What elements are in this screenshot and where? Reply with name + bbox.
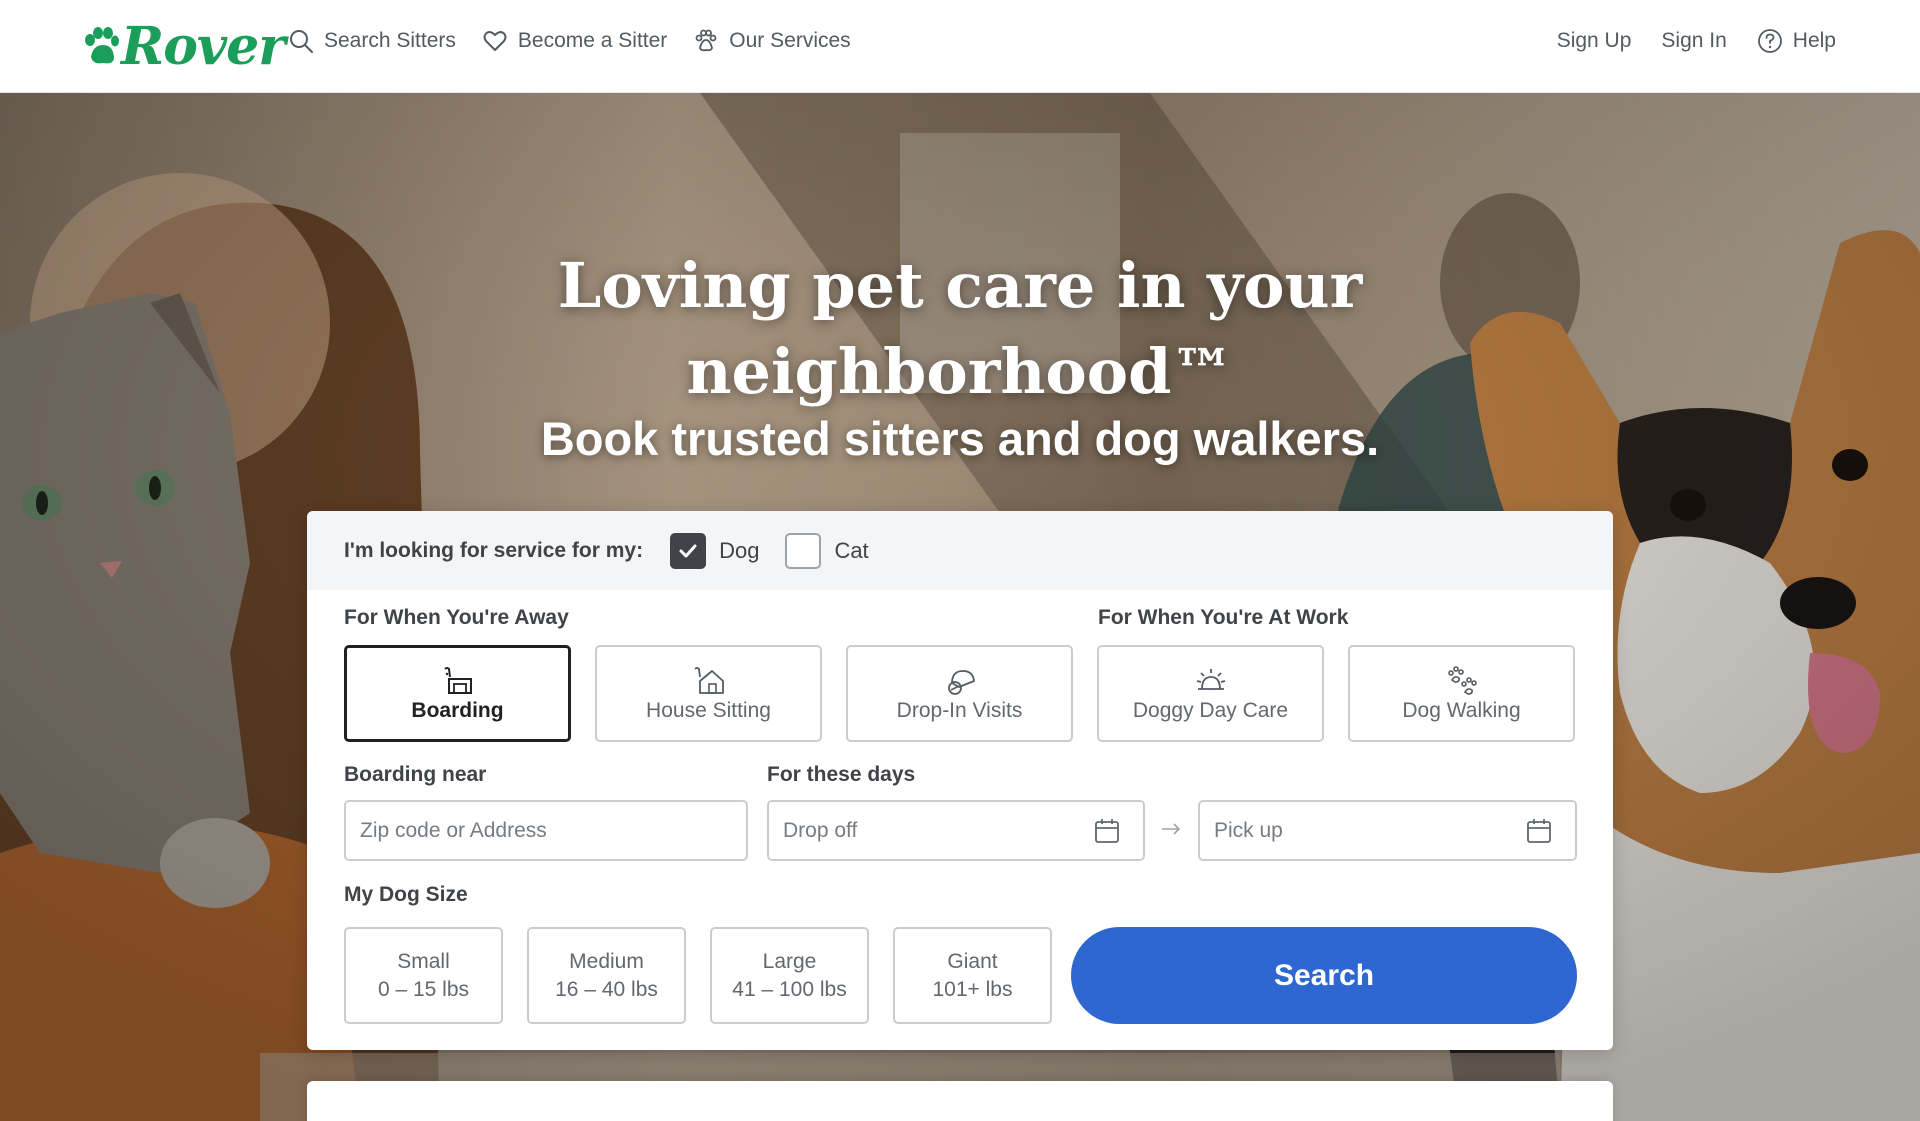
pickup-field[interactable] (1198, 800, 1577, 861)
sign-in-link[interactable]: Sign In (1661, 29, 1726, 53)
hero-title-line2: neighborhood™ (686, 335, 1234, 408)
size-name: Small (397, 949, 450, 973)
arrow-right-icon (1162, 823, 1181, 835)
service-label: Boarding (411, 698, 504, 722)
paw-logo-icon (85, 27, 119, 64)
size-name: Large (762, 949, 817, 973)
size-range: 16 – 40 lbs (555, 977, 658, 1001)
size-range: 0 – 15 lbs (377, 977, 470, 1001)
size-range: 41 – 100 lbs (732, 977, 847, 1001)
service-label: House Sitting (646, 698, 771, 722)
heart-icon (483, 31, 507, 51)
size-range: 101+ lbs (932, 977, 1013, 1001)
size-large[interactable]: Large 41 – 100 lbs (710, 927, 869, 1024)
nav-become-sitter[interactable]: Become a Sitter (482, 28, 667, 54)
dog-checkbox[interactable] (670, 532, 707, 569)
house-icon (693, 666, 724, 694)
dropoff-input[interactable] (783, 818, 1143, 843)
rover-logo[interactable]: Rover (83, 16, 286, 77)
nav-label: Our Services (729, 29, 851, 52)
paws-icon (1447, 665, 1477, 695)
location-input[interactable] (360, 818, 746, 843)
nav-label: Search Sitters (324, 29, 456, 52)
service-doggy-day-care[interactable]: Doggy Day Care (1097, 645, 1324, 742)
main-nav: Search Sitters Become a Sitter Our Servi… (288, 28, 851, 54)
hero-title-line1: Loving pet care in your (557, 249, 1363, 322)
nav-label: Become a Sitter (517, 29, 668, 52)
site-header: Rover Search Sitters Become a Sitter Our… (0, 0, 1920, 93)
service-house-sitting[interactable]: House Sitting (595, 645, 822, 742)
search-card: I'm looking for service for my: Dog Cat … (307, 511, 1613, 1050)
nav-our-services[interactable]: Our Services (693, 28, 851, 54)
dates-label: For these days (767, 763, 916, 786)
hero-subtitle: Book trusted sitters and dog walkers. (540, 412, 1380, 465)
calendar-icon[interactable] (1093, 817, 1121, 845)
service-boarding[interactable]: Boarding (344, 645, 571, 742)
account-nav: Sign Up Sign In Help (1557, 28, 1836, 54)
size-name: Giant (947, 949, 998, 973)
help-link[interactable]: Help (1757, 28, 1836, 54)
paw-icon (695, 29, 717, 52)
service-label: Drop-In Visits (896, 698, 1023, 722)
dog-size-label: My Dog Size (344, 883, 468, 906)
pet-option-cat[interactable]: Cat (785, 532, 869, 569)
help-label: Help (1792, 29, 1836, 52)
sun-icon (1196, 668, 1225, 690)
service-drop-in-visits[interactable]: Drop-In Visits (846, 645, 1073, 742)
nav-search-sitters[interactable]: Search Sitters (288, 28, 456, 54)
pet-type-bar: I'm looking for service for my: Dog Cat (307, 511, 1613, 590)
location-label: Boarding near (344, 763, 487, 786)
dropoff-field[interactable] (767, 800, 1145, 861)
pickup-input[interactable] (1214, 818, 1575, 843)
size-medium[interactable]: Medium 16 – 40 lbs (527, 927, 686, 1024)
size-small[interactable]: Small 0 – 15 lbs (344, 927, 503, 1024)
cat-checkbox[interactable] (785, 532, 822, 569)
pet-option-dog[interactable]: Dog (670, 532, 760, 569)
help-icon (1757, 29, 1782, 53)
drop-in-icon (947, 669, 975, 695)
checkmark-icon (679, 544, 697, 557)
hero-title: Loving pet care in your neighborhood™ (0, 243, 1920, 415)
work-section-label: For When You're At Work (1098, 606, 1349, 629)
sign-up-link[interactable]: Sign Up (1557, 29, 1632, 53)
service-label: Dog Walking (1402, 698, 1521, 722)
search-icon (290, 30, 313, 53)
dog-label: Dog (719, 537, 760, 563)
boarding-icon (443, 666, 472, 694)
location-field[interactable] (344, 800, 748, 861)
pet-type-prompt: I'm looking for service for my: (344, 538, 644, 562)
away-section-label: For When You're Away (344, 606, 569, 629)
service-label: Doggy Day Care (1132, 698, 1289, 722)
size-name: Medium (569, 949, 644, 973)
service-dog-walking[interactable]: Dog Walking (1348, 645, 1575, 742)
search-button[interactable]: Search (1071, 927, 1577, 1024)
calendar-icon[interactable] (1525, 817, 1553, 845)
cat-label: Cat (834, 537, 869, 563)
logo-wordmark: Rover (121, 16, 286, 77)
secondary-card (307, 1081, 1613, 1121)
size-giant[interactable]: Giant 101+ lbs (893, 927, 1052, 1024)
